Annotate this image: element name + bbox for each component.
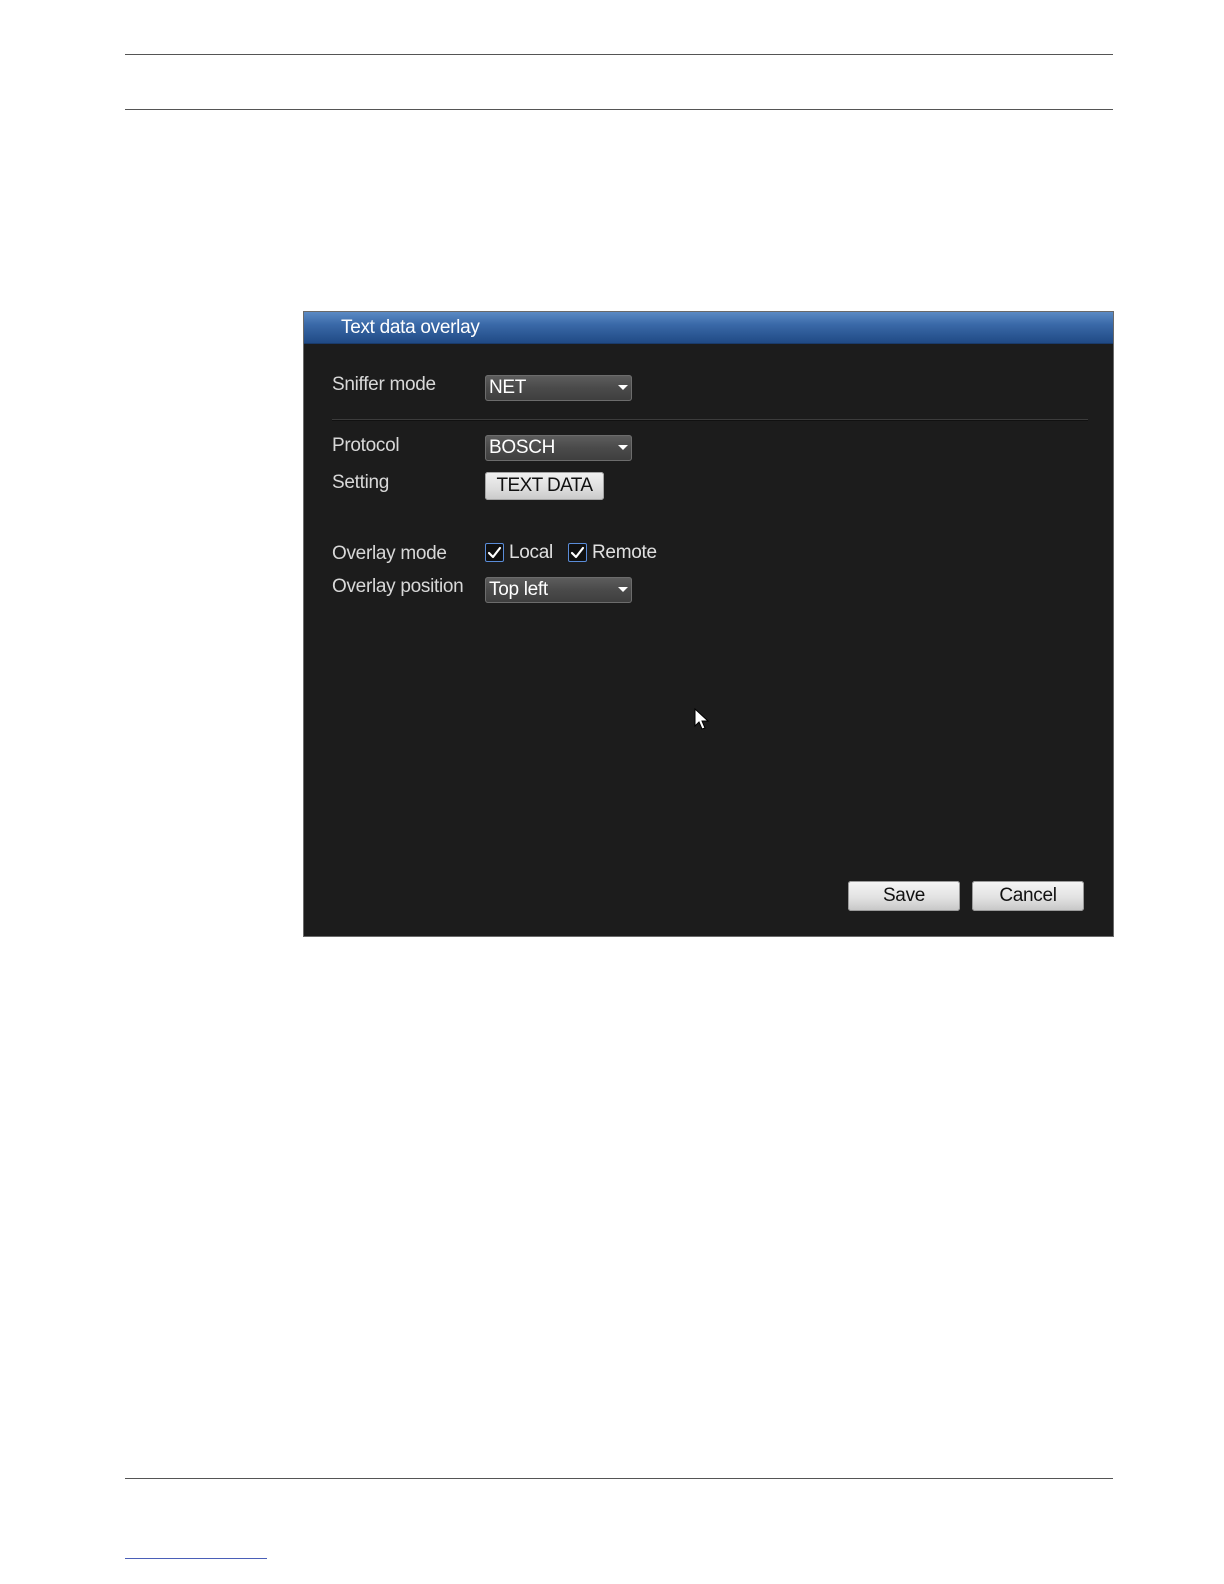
remote-checkbox[interactable] <box>568 543 587 562</box>
chevron-down-icon <box>618 587 628 592</box>
cancel-button[interactable]: Cancel <box>972 881 1084 911</box>
overlay-position-select[interactable]: Top left <box>485 577 632 603</box>
page-header-rule-top <box>125 54 1113 55</box>
text-data-button[interactable]: TEXT DATA <box>485 472 604 500</box>
setting-label: Setting <box>332 472 390 493</box>
page-footer-rule <box>125 1478 1113 1479</box>
overlay-position-value: Top left <box>489 579 548 600</box>
sniffer-mode-select[interactable]: NET <box>485 375 632 401</box>
sniffer-mode-label: Sniffer mode <box>332 374 436 395</box>
page-header-rule-bottom <box>125 109 1113 110</box>
overlay-mode-label: Overlay mode <box>332 543 447 564</box>
footer-link-underline <box>125 1558 267 1559</box>
check-icon <box>487 546 502 559</box>
save-button[interactable]: Save <box>848 881 960 911</box>
mouse-pointer-icon <box>694 708 710 730</box>
chevron-down-icon <box>618 445 628 450</box>
check-icon <box>570 546 585 559</box>
protocol-label: Protocol <box>332 435 400 456</box>
overlay-position-label: Overlay position <box>332 576 464 597</box>
local-checkbox[interactable] <box>485 543 504 562</box>
protocol-value: BOSCH <box>489 437 556 458</box>
section-separator <box>332 419 1088 421</box>
chevron-down-icon <box>618 385 628 390</box>
sniffer-mode-value: NET <box>489 377 527 398</box>
local-checkbox-label[interactable]: Local <box>509 542 553 564</box>
remote-checkbox-label[interactable]: Remote <box>592 542 657 564</box>
text-data-overlay-dialog: Text data overlay Sniffer mode NET Proto… <box>304 312 1113 936</box>
dialog-titlebar: Text data overlay <box>304 312 1113 344</box>
dialog-title: Text data overlay <box>341 317 480 338</box>
protocol-select[interactable]: BOSCH <box>485 435 632 461</box>
